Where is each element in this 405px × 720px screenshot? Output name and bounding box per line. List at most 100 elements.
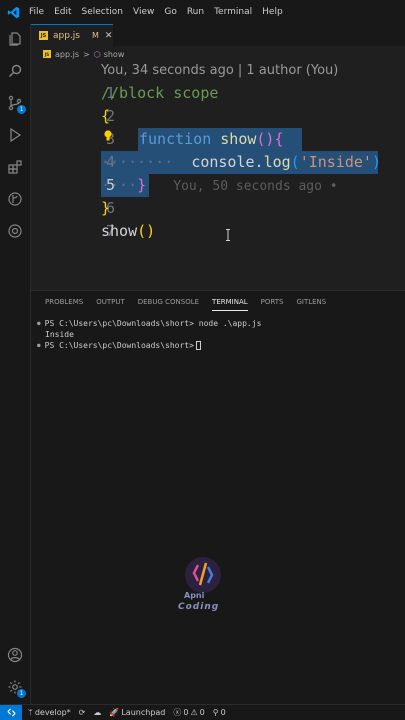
paren: () <box>137 222 156 240</box>
js-file-icon: JS <box>39 31 48 40</box>
tab-terminal[interactable]: TERMINAL <box>212 297 248 311</box>
terminal-output: Inside <box>45 330 74 339</box>
menu-terminal[interactable]: Terminal <box>209 0 257 24</box>
run-debug-icon[interactable] <box>4 124 26 146</box>
code-line[interactable]: 7 show() <box>31 220 405 243</box>
settings-gear-icon[interactable]: 1 <box>4 676 26 698</box>
watermark-line1: Apni <box>184 591 205 600</box>
code-text: function show(){ <box>139 128 284 151</box>
vscode-logo-icon <box>2 0 24 24</box>
panel-tabs: PROBLEMS OUTPUT DEBUG CONSOLE TERMINAL P… <box>45 297 339 311</box>
terminal-prompt: PS C:\Users\pc\Downloads\short> <box>44 341 194 350</box>
error-icon: ⓧ <box>173 708 182 717</box>
cloud-upload-icon: ☁ <box>93 708 102 717</box>
paren: ( <box>290 153 300 171</box>
menu-file[interactable]: File <box>24 0 49 24</box>
menu-run[interactable]: Run <box>182 0 209 24</box>
code-line[interactable]: 5 ····} You, 50 seconds ago • <box>31 174 405 197</box>
code-string: 'Inside' <box>299 153 372 171</box>
sync-status[interactable]: ⟳ <box>77 708 86 717</box>
publish-status[interactable]: ☁ <box>91 708 101 717</box>
breadcrumb-file[interactable]: app.js <box>55 50 79 59</box>
tab-filename: app.js <box>53 30 80 41</box>
apni-coding-logo-icon <box>185 557 221 593</box>
branch-name: develop* <box>34 708 71 717</box>
paren: ) <box>371 153 381 171</box>
js-file-icon: JS <box>43 50 51 58</box>
tab-problems[interactable]: PROBLEMS <box>45 297 83 311</box>
menu-view[interactable]: View <box>128 0 159 24</box>
status-bar: ᛘ develop* ⟳ ☁ 🚀 Launchpad ⓧ 0 ⚠ 0 ⚲ 0 <box>0 704 405 720</box>
problems-status[interactable]: ⓧ 0 ⚠ 0 <box>171 707 204 718</box>
code-line[interactable]: 2 { <box>31 105 405 128</box>
warning-icon: ⚠ <box>190 708 198 717</box>
code-line[interactable]: 1 //block scope <box>31 82 405 105</box>
tab-ports[interactable]: PORTS <box>261 297 284 311</box>
search-icon[interactable] <box>4 60 26 82</box>
lightbulb-icon[interactable] <box>103 128 113 142</box>
sync-icon: ⟳ <box>78 708 86 717</box>
explorer-icon[interactable] <box>4 28 26 50</box>
codelens-blame[interactable]: You, 34 seconds ago | 1 author (You) <box>101 63 338 78</box>
account-icon[interactable] <box>4 644 26 666</box>
whitespace-dots: ···· <box>101 176 138 194</box>
breadcrumb-separator: > <box>83 49 90 59</box>
tab-app-js[interactable]: JS app.js M ✕ <box>31 24 113 46</box>
code-brace: { <box>274 130 284 148</box>
title-bar: File Edit Selection View Go Run Terminal… <box>0 0 405 24</box>
rocket-icon: 🚀 <box>109 708 120 717</box>
code-object: console <box>191 153 255 171</box>
code-line[interactable]: 3 function show(){ <box>31 128 405 151</box>
editor-tab-bar: JS app.js M ✕ <box>31 24 405 46</box>
text-cursor-icon <box>225 226 231 241</box>
ports-count: 0 <box>220 708 226 717</box>
source-control-badge: 1 <box>17 105 26 114</box>
inline-blame[interactable]: You, 50 seconds ago • <box>173 179 337 194</box>
launchpad-label: Launchpad <box>121 708 166 717</box>
watermark-line2: Coding <box>178 602 220 612</box>
code-brace: } <box>137 176 147 194</box>
activity-bar: 1 1 <box>0 24 31 704</box>
terminal-command: node .\app.js <box>198 319 262 328</box>
tab-gitlens[interactable]: GITLENS <box>296 297 326 311</box>
tab-debug-console[interactable]: DEBUG CONSOLE <box>138 297 199 311</box>
terminal-line: ● PS C:\Users\pc\Downloads\short> node .… <box>37 319 261 328</box>
code-text: ········ console.log('Inside') <box>101 151 381 174</box>
code-dot: . <box>254 153 264 171</box>
bottom-panel: PROBLEMS OUTPUT DEBUG CONSOLE TERMINAL P… <box>31 290 405 704</box>
keyword-function: function <box>139 130 212 148</box>
code-line[interactable]: 4 ········ console.log('Inside') <box>31 151 405 174</box>
menu-selection[interactable]: Selection <box>77 0 128 24</box>
terminal-prompt: PS C:\Users\pc\Downloads\short> <box>44 319 194 328</box>
error-count: 0 <box>183 708 189 717</box>
warning-count: 0 <box>199 708 205 717</box>
modified-indicator: M <box>92 31 99 40</box>
code-brace: { <box>101 107 111 125</box>
remote-explorer-icon[interactable] <box>4 220 26 242</box>
code-text: show() <box>101 220 155 243</box>
menu-go[interactable]: Go <box>159 0 181 24</box>
terminal-decoration-icon: ● <box>37 320 41 327</box>
ports-status[interactable]: ⚲ 0 <box>211 708 226 717</box>
code-line[interactable]: 6 } <box>31 197 405 220</box>
remote-indicator-icon[interactable] <box>0 704 22 720</box>
close-icon[interactable]: ✕ <box>105 31 113 41</box>
code-brace: } <box>101 199 111 217</box>
whitespace-dots: ········ <box>101 153 174 171</box>
terminal-cursor <box>195 341 201 350</box>
function-name: show <box>220 130 257 148</box>
launchpad-status[interactable]: 🚀 Launchpad <box>107 708 165 717</box>
source-control-icon[interactable]: 1 <box>4 92 26 114</box>
branch-indicator[interactable]: ᛘ develop* <box>28 708 71 717</box>
menu-help[interactable]: Help <box>257 0 288 24</box>
extensions-icon[interactable] <box>4 156 26 178</box>
gitlens-icon[interactable] <box>4 188 26 210</box>
terminal-decoration-icon: ● <box>37 342 41 349</box>
breadcrumb-symbol[interactable]: show <box>104 50 125 59</box>
tab-output[interactable]: OUTPUT <box>96 297 125 311</box>
menu-edit[interactable]: Edit <box>49 0 76 24</box>
code-comment: //block scope <box>101 84 219 102</box>
function-symbol-icon: ⬡ <box>93 49 101 59</box>
ports-icon: ⚲ <box>212 708 219 717</box>
function-call: show <box>101 222 138 240</box>
